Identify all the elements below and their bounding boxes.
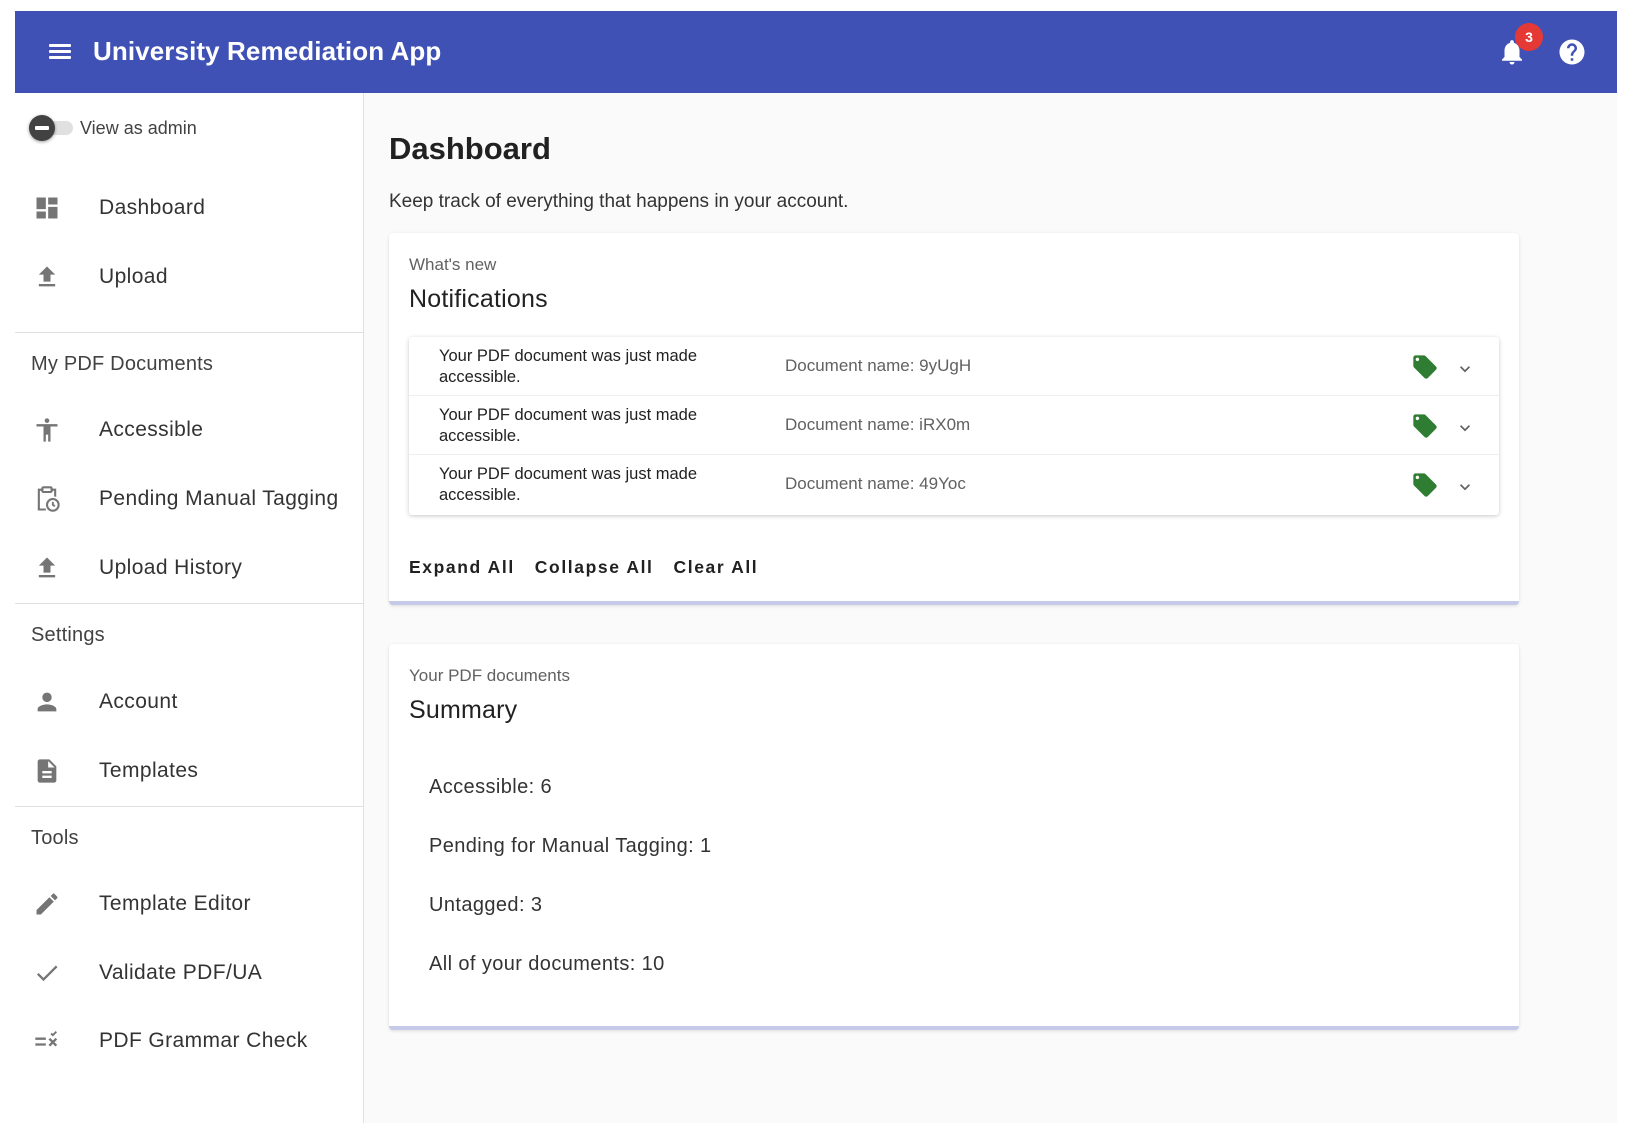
sidebar-item-templates[interactable]: Templates [15, 741, 364, 801]
tag-icon [1413, 355, 1437, 379]
app-window: University Remediation App 3 View as adm… [15, 11, 1617, 1123]
notification-document-name: Document name: 49Yoc [785, 474, 966, 493]
sidebar-item-label: Template Editor [99, 892, 251, 915]
sidebar-item-label: Upload [99, 265, 168, 288]
summary-accessible: Accessible: 6 [429, 776, 553, 798]
menu-icon[interactable] [47, 39, 73, 65]
person-icon [37, 692, 57, 712]
sidebar-item-label: Accessible [99, 418, 204, 441]
sidebar-item-validate-pdf-ua[interactable]: Validate PDF/UA [15, 943, 364, 1003]
divider [15, 603, 364, 604]
sidebar-item-template-editor[interactable]: Template Editor [15, 874, 364, 934]
sidebar-item-account[interactable]: Account [15, 672, 364, 732]
notification-message: Your PDF document was just made accessib… [439, 347, 698, 386]
chevron-down-icon[interactable] [1455, 359, 1475, 379]
sidebar-item-pending-manual-tagging[interactable]: Pending Manual Tagging [15, 469, 364, 529]
sidebar-item-accessible[interactable]: Accessible [15, 400, 364, 460]
notification-list: Your PDF document was just made accessib… [409, 337, 1499, 515]
divider [15, 332, 364, 333]
toggle-switch[interactable] [29, 115, 75, 141]
sidebar-item-label: Templates [99, 759, 199, 782]
sidebar-item-dashboard[interactable]: Dashboard [15, 178, 364, 238]
toggle-label: View as admin [80, 117, 197, 138]
notifications-card: What's new Notifications Your PDF docume… [389, 233, 1519, 605]
summary-total: All of your documents: 10 [429, 953, 665, 975]
sidebar-item-label: Dashboard [99, 196, 206, 219]
notification-item[interactable]: Your PDF document was just made accessib… [409, 396, 1499, 455]
sidebar-item-upload[interactable]: Upload [15, 247, 364, 307]
sidebar: View as admin Dashboard Upload My PDF Do… [15, 93, 364, 1123]
notification-item[interactable]: Your PDF document was just made accessib… [409, 337, 1499, 396]
app-title: University Remediation App [93, 36, 442, 66]
clipboard-clock-icon [37, 486, 60, 512]
upload-icon [38, 557, 56, 578]
notification-item[interactable]: Your PDF document was just made accessib… [409, 455, 1499, 514]
notification-actions: Expand All Collapse All Clear All [409, 557, 778, 578]
sidebar-item-label: Upload History [99, 556, 243, 579]
upload-icon [38, 266, 56, 287]
tag-icon [1413, 473, 1437, 497]
card-overline: Your PDF documents [409, 666, 570, 685]
view-as-admin-toggle[interactable]: View as admin [29, 113, 197, 143]
document-icon [37, 759, 57, 783]
app-bar: University Remediation App 3 [15, 11, 1617, 93]
notification-message: Your PDF document was just made accessib… [439, 465, 698, 504]
main-content: Dashboard Keep track of everything that … [365, 93, 1617, 1123]
summary-pending: Pending for Manual Tagging: 1 [429, 835, 712, 857]
collapse-all-button[interactable]: Collapse All [535, 557, 654, 578]
sidebar-item-label: Pending Manual Tagging [99, 487, 339, 510]
notification-document-name: Document name: 9yUgH [785, 356, 972, 375]
summary-untagged: Untagged: 3 [429, 894, 543, 916]
notification-message: Your PDF document was just made accessib… [439, 406, 698, 445]
page-subtitle: Keep track of everything that happens in… [389, 191, 849, 212]
notification-badge: 3 [1515, 23, 1543, 51]
sidebar-item-label: Account [99, 690, 178, 713]
sidebar-item-upload-history[interactable]: Upload History [15, 538, 364, 598]
clear-all-button[interactable]: Clear All [674, 557, 759, 578]
sidebar-item-pdf-grammar-check[interactable]: PDF Grammar Check [15, 1011, 364, 1071]
section-header-tools: Tools [31, 827, 79, 849]
section-header-settings: Settings [31, 624, 105, 646]
card-heading: Notifications [409, 285, 548, 313]
sidebar-item-label: Validate PDF/UA [99, 961, 263, 984]
divider [15, 806, 364, 807]
check-icon [36, 965, 58, 982]
card-overline: What's new [409, 255, 497, 274]
section-header-my-pdf-documents: My PDF Documents [31, 353, 214, 375]
notification-document-name: Document name: iRX0m [785, 415, 971, 434]
summary-card: Your PDF documents Summary Accessible: 6… [389, 644, 1519, 1030]
accessibility-icon [36, 418, 58, 442]
chevron-down-icon[interactable] [1455, 418, 1475, 438]
spellcheck-icon [35, 1031, 58, 1047]
card-heading: Summary [409, 696, 518, 724]
page-title: Dashboard [389, 131, 551, 166]
expand-all-button[interactable]: Expand All [409, 557, 515, 578]
dashboard-icon [36, 197, 58, 219]
tag-icon [1413, 414, 1437, 438]
help-icon[interactable] [1557, 37, 1587, 67]
pencil-icon [36, 893, 58, 915]
sidebar-item-label: PDF Grammar Check [99, 1029, 308, 1052]
chevron-down-icon[interactable] [1455, 477, 1475, 497]
